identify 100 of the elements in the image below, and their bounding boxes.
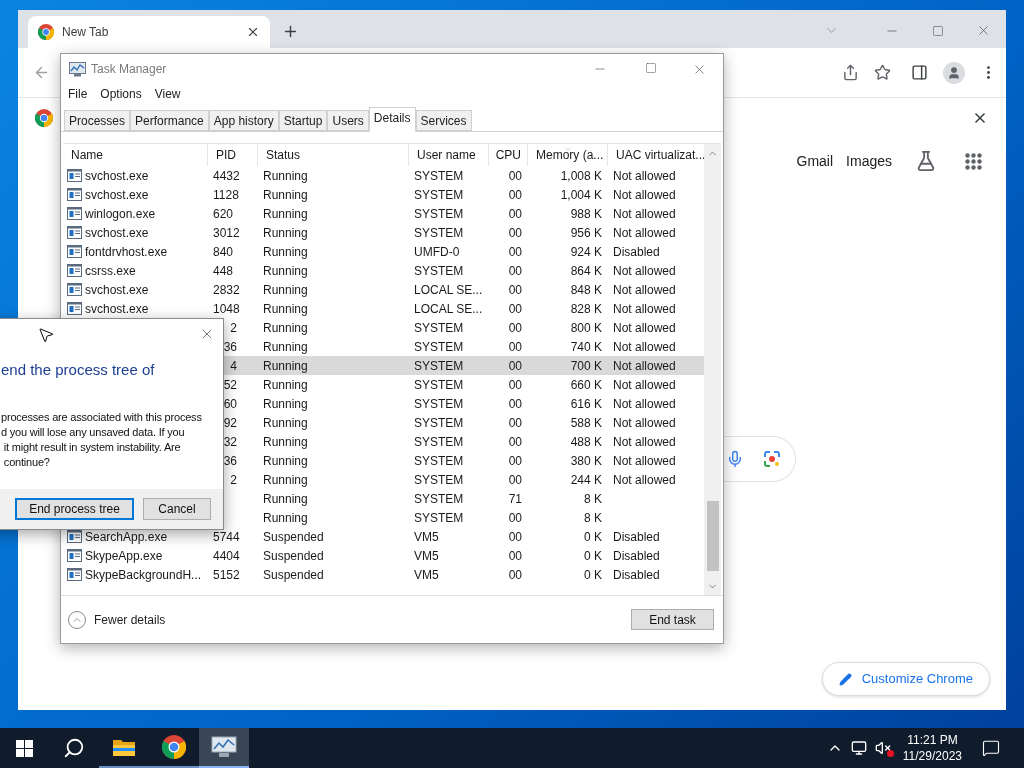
process-name: SkypeApp.exe	[85, 547, 163, 565]
status-cell-text: Running	[263, 433, 308, 451]
cpu-cell-text: 00	[508, 471, 522, 489]
pid-cell-text: 4404	[213, 547, 240, 565]
pid-cell-text: 448	[213, 262, 234, 280]
cpu-cell-text: 00	[508, 186, 522, 204]
user-cell-text: LOCAL SE...	[414, 300, 483, 318]
pid-cell-text: 620	[213, 205, 234, 223]
memory-cell-text: 660 K	[570, 376, 602, 394]
status-cell-text: Running	[263, 414, 308, 432]
cpu-cell-text: 00	[508, 414, 522, 432]
uac-cell-text: Not allowed	[613, 395, 676, 413]
memory-cell-text: 848 K	[570, 281, 602, 299]
cpu-cell-text: 00	[508, 395, 522, 413]
uac-cell-text: Not allowed	[613, 224, 676, 242]
memory-cell-text: 740 K	[570, 338, 602, 356]
status-cell-text: Suspended	[263, 547, 324, 565]
status-cell-text: Running	[263, 243, 308, 261]
pid-cell-text: 1048	[213, 300, 240, 318]
pid-cell-text: 2832	[213, 281, 240, 299]
status-cell-text: Running	[263, 205, 308, 223]
uac-cell-text: Not allowed	[613, 376, 676, 394]
user-cell-text: SYSTEM	[414, 338, 464, 356]
uac-cell-text: Disabled	[613, 243, 660, 261]
memory-cell-text: 616 K	[570, 395, 602, 413]
uac-cell-text: Not allowed	[613, 281, 676, 299]
status-cell-text: Running	[263, 300, 308, 318]
memory-cell-text: 924 K	[570, 243, 602, 261]
cpu-cell-text: 00	[508, 224, 522, 242]
process-name: SearchApp.exe	[85, 528, 168, 546]
cpu-cell-text: 00	[508, 243, 522, 261]
pid-cell-text: 52	[223, 376, 237, 394]
process-name: fontdrvhost.exe	[85, 243, 168, 261]
status-cell-text: Running	[263, 376, 308, 394]
uac-cell-text: Disabled	[613, 566, 660, 584]
memory-cell-text: 244 K	[570, 471, 602, 489]
process-name: SkypeBackgroundH...	[85, 566, 202, 584]
user-cell-text: SYSTEM	[414, 319, 464, 337]
status-cell-text: Running	[263, 471, 308, 489]
cpu-cell-text: 00	[508, 319, 522, 337]
process-name: svchost.exe	[85, 300, 149, 318]
window-title: Task Manager	[91, 61, 167, 78]
cpu-cell-text: 00	[508, 300, 522, 318]
cpu-cell-text: 00	[508, 433, 522, 451]
user-cell-text: SYSTEM	[414, 262, 464, 280]
pid-cell-text: 4432	[213, 167, 240, 185]
user-cell-text: SYSTEM	[414, 414, 464, 432]
status-cell-text: Running	[263, 167, 308, 185]
status-cell-text: Suspended	[263, 528, 324, 546]
user-cell-text: SYSTEM	[414, 224, 464, 242]
pid-cell-text: 840	[213, 243, 234, 261]
status-cell-text: Running	[263, 224, 308, 242]
process-name: winlogon.exe	[85, 205, 156, 223]
status-cell-text: Suspended	[263, 566, 324, 584]
user-cell-text: VM5	[414, 566, 439, 584]
uac-cell-text: Not allowed	[613, 167, 676, 185]
process-name: svchost.exe	[85, 281, 149, 299]
pid-cell-text: 32	[223, 433, 237, 451]
cpu-cell-text: 00	[508, 205, 522, 223]
cpu-cell-text: 00	[508, 167, 522, 185]
uac-cell-text: Not allowed	[613, 319, 676, 337]
memory-cell-text: 988 K	[570, 205, 602, 223]
uac-cell-text: Disabled	[613, 547, 660, 565]
uac-cell-text: Not allowed	[613, 205, 676, 223]
user-cell-text: SYSTEM	[414, 509, 464, 527]
status-cell-text: Running	[263, 395, 308, 413]
dialog-message-line: continue?	[2, 454, 50, 470]
cpu-cell-text: 00	[508, 357, 522, 375]
user-cell-text: SYSTEM	[414, 186, 464, 204]
user-cell-text: VM5	[414, 528, 439, 546]
pid-cell-text: 3012	[213, 224, 240, 242]
pid-cell-text: 60	[223, 395, 237, 413]
pid-cell-text: 36	[223, 452, 237, 470]
memory-cell-text: 956 K	[570, 224, 602, 242]
pid-cell-text: 1128	[213, 186, 239, 204]
memory-cell-text: 588 K	[570, 414, 602, 432]
status-cell-text: Running	[263, 319, 308, 337]
uac-cell-text: Not allowed	[613, 433, 676, 451]
memory-cell-text: 0 K	[584, 566, 602, 584]
uac-cell-text: Not allowed	[613, 338, 676, 356]
status-cell-text: Running	[263, 262, 308, 280]
uac-cell-text: Not allowed	[613, 357, 676, 375]
user-cell-text: SYSTEM	[414, 490, 464, 508]
user-cell-text: VM5	[414, 547, 439, 565]
uac-cell-text: Not allowed	[613, 262, 676, 280]
uac-cell-text: Disabled	[613, 528, 660, 546]
pid-cell-text: 92	[223, 414, 237, 432]
memory-cell-text: 864 K	[570, 262, 602, 280]
status-cell-text: Running	[263, 509, 308, 527]
uac-cell-text: Not allowed	[613, 471, 676, 489]
memory-cell-text: 700 K	[570, 357, 602, 375]
tab-title: New Tab	[62, 24, 109, 41]
cpu-cell-text: 00	[508, 452, 522, 470]
cpu-cell-text: 00	[508, 262, 522, 280]
memory-cell-text: 828 K	[570, 300, 602, 318]
memory-cell-text: 800 K	[570, 319, 602, 337]
status-cell-text: Running	[263, 338, 308, 356]
uac-cell-text: Not allowed	[613, 300, 676, 318]
user-cell-text: SYSTEM	[414, 452, 464, 470]
pid-cell-text: 2	[230, 319, 237, 337]
